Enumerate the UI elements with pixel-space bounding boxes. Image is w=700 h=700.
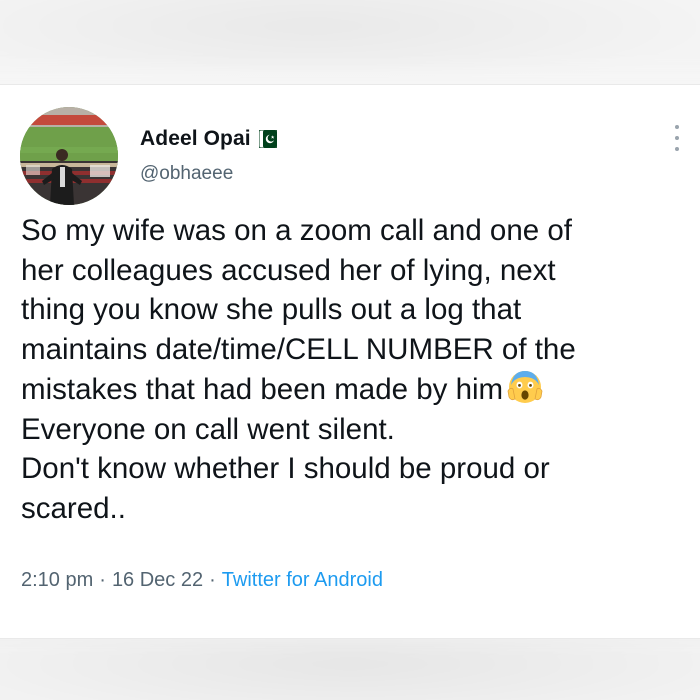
- blurred-background-top: [0, 0, 700, 70]
- screenshot-stage: Adeel Opai @obhaeee So my wife was on a …: [0, 0, 700, 700]
- user-name-row: Adeel Opai: [140, 127, 278, 151]
- tweet-card: Adeel Opai @obhaeee So my wife was on a …: [0, 84, 700, 639]
- pakistan-flag-icon: [258, 129, 278, 149]
- tweet-text: So my wife was on a zoom call and one of…: [21, 211, 681, 528]
- more-options-icon[interactable]: [672, 125, 682, 151]
- tweet-line: her colleagues accused her of lying, nex…: [21, 253, 556, 287]
- tweet-line: mistakes that had been made by him: [21, 373, 504, 406]
- tweet-line: Don't know whether I should be proud or: [21, 452, 550, 485]
- tweet-date[interactable]: 16 Dec 22: [112, 569, 203, 591]
- more-dot-icon: [675, 147, 679, 151]
- blurred-background-bottom: [0, 640, 700, 700]
- tweet-line: scared..: [21, 491, 126, 525]
- avatar[interactable]: [20, 107, 118, 205]
- tweet-line: thing you know she pulls out a log that: [21, 293, 522, 326]
- tweet-line: maintains date/time/CELL NUMBER of the: [21, 332, 576, 366]
- tweet-line: So my wife was on a zoom call and one of: [21, 214, 572, 247]
- tweet-time[interactable]: 2:10 pm: [21, 569, 93, 591]
- user-handle[interactable]: @obhaeee: [140, 163, 233, 185]
- tweet-source-link[interactable]: Twitter for Android: [222, 569, 383, 591]
- face-screaming-in-fear-icon: [507, 369, 543, 405]
- display-name[interactable]: Adeel Opai: [140, 127, 251, 151]
- tweet-line-with-emoji: mistakes that had been made by him: [21, 369, 681, 410]
- tweet-meta: 2:10 pm · 16 Dec 22 · Twitter for Android: [21, 569, 383, 592]
- more-dot-icon: [675, 125, 679, 129]
- meta-separator: ·: [209, 569, 216, 591]
- meta-separator: ·: [99, 569, 106, 591]
- tweet-line: Everyone on call went silent.: [21, 412, 395, 446]
- avatar-photo-icon: [20, 107, 118, 205]
- more-dot-icon: [675, 136, 679, 140]
